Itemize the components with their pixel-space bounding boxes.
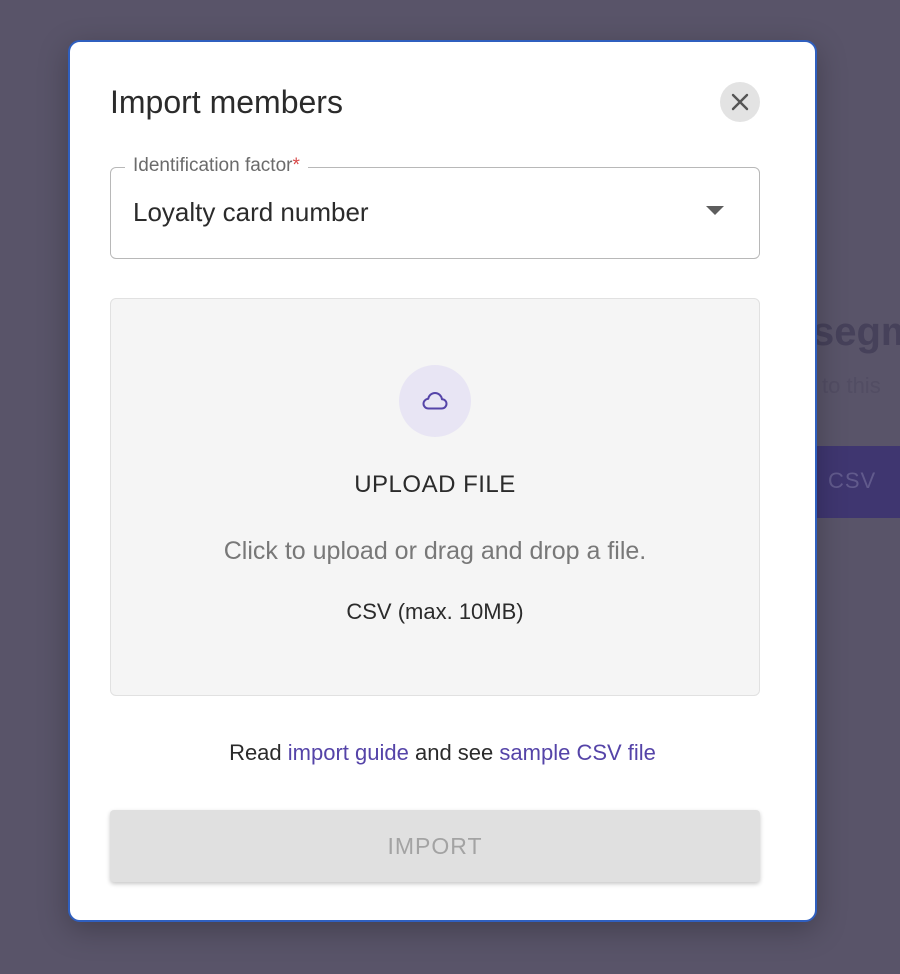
background-heading: segm — [812, 310, 900, 354]
help-prefix: Read — [229, 740, 282, 765]
required-asterisk: * — [292, 155, 300, 176]
background-subtext: to this — [822, 373, 881, 398]
dialog-title: Import members — [110, 84, 343, 120]
upload-icon-badge — [399, 365, 471, 437]
upload-format-text: CSV (max. 10MB) — [346, 599, 524, 624]
import-help-text: Read import guide and see sample CSV fil… — [70, 740, 815, 766]
import-guide-link[interactable]: import guide — [288, 740, 409, 765]
cloud-icon — [422, 392, 448, 410]
import-button[interactable]: IMPORT — [110, 810, 760, 882]
file-upload-dropzone[interactable]: UPLOAD FILE Click to upload or drag and … — [110, 298, 760, 696]
close-icon — [731, 93, 749, 111]
identification-factor-select[interactable]: Identification factor* Loyalty card numb… — [110, 155, 760, 259]
upload-hint-text: Click to upload or drag and drop a file. — [223, 537, 647, 565]
upload-file-title: UPLOAD FILE — [354, 471, 516, 498]
identification-factor-label: Identification factor* — [125, 155, 308, 177]
help-middle: and see — [414, 740, 494, 765]
import-members-dialog: Import members Identification factor* Lo… — [68, 40, 817, 922]
close-button[interactable] — [720, 82, 760, 122]
sample-csv-link[interactable]: sample CSV file — [499, 740, 656, 765]
identification-factor-value: Loyalty card number — [133, 197, 369, 227]
dropdown-arrow-icon — [706, 206, 724, 215]
